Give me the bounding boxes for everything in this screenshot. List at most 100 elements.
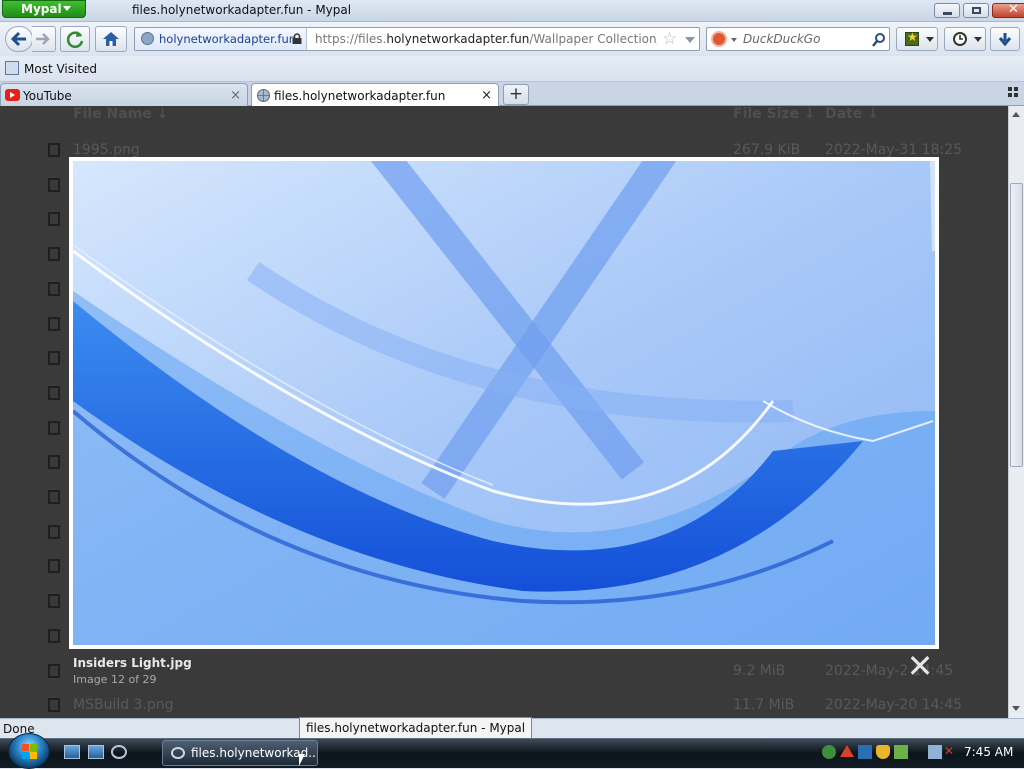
restore-icon — [972, 7, 981, 14]
site-identity-label: holynetworkadapter.fun — [159, 32, 297, 46]
app-menu-button[interactable]: Mypal — [2, 0, 86, 18]
file-image-icon — [48, 524, 60, 539]
display-icon[interactable] — [928, 745, 942, 759]
switch-windows-icon[interactable] — [88, 745, 104, 759]
tab-list-icon[interactable] — [1008, 87, 1018, 97]
close-window-button[interactable]: ✕ — [992, 2, 1024, 18]
star-icon[interactable]: ☆ — [662, 29, 677, 49]
most-visited-icon — [5, 61, 19, 75]
search-icon[interactable] — [871, 32, 887, 48]
chevron-down-icon — [63, 6, 71, 11]
close-tab-icon[interactable]: × — [230, 88, 241, 103]
tab-files[interactable]: files.holynetworkadapter.fun × — [251, 83, 499, 107]
back-button[interactable] — [5, 26, 33, 52]
reload-button[interactable] — [60, 26, 90, 52]
chevron-down-icon — [926, 37, 934, 42]
bookmarks-toolbar: Most Visited — [0, 56, 1024, 82]
window-title: files.holynetworkadapter.fun - Mypal — [132, 3, 352, 17]
vertical-scrollbar[interactable] — [1008, 106, 1024, 718]
history-icon — [953, 32, 967, 46]
lightbox-close-button[interactable]: ✕ — [906, 650, 934, 682]
table-row[interactable]: MSBuild 3.png 11.7 MiB 2022-May-20 14:45 — [0, 688, 1008, 718]
lightbox-counter: Image 12 of 29 — [73, 673, 157, 686]
close-tab-icon[interactable]: × — [481, 88, 492, 103]
dropdown-icon[interactable] — [685, 37, 695, 43]
forward-button[interactable] — [32, 26, 56, 52]
file-image-icon — [48, 385, 60, 400]
minimize-icon — [943, 12, 952, 15]
windows-start-icon[interactable] — [8, 733, 50, 769]
scroll-down-icon[interactable] — [1012, 706, 1020, 711]
shield-icon[interactable] — [876, 745, 890, 759]
file-image-icon — [48, 455, 60, 470]
close-icon: ✕ — [906, 647, 934, 685]
file-name-cell: 1995.png — [73, 142, 140, 158]
globe-icon — [141, 32, 154, 45]
file-name-cell: MSBuild 3.png — [73, 697, 174, 714]
column-header-date[interactable]: Date ↓ — [825, 106, 879, 122]
connection-icon[interactable] — [858, 745, 872, 759]
browser-icon — [171, 747, 185, 759]
mouse-cursor-icon — [299, 754, 305, 766]
file-image-icon — [48, 490, 60, 504]
url-prefix: https://files. — [315, 32, 387, 46]
tab-label: files.holynetworkadapter.fun — [274, 89, 446, 103]
taskbar-window-button[interactable]: files.holynetworkad... — [162, 740, 318, 766]
alert-icon[interactable] — [840, 745, 854, 757]
column-header-name[interactable]: File Name ↓ — [73, 106, 168, 122]
file-image-icon — [48, 212, 60, 227]
site-identity-button[interactable]: holynetworkadapter.fun — [135, 28, 307, 50]
file-image-icon — [48, 663, 60, 678]
home-button[interactable] — [95, 26, 127, 52]
file-image-icon — [48, 351, 60, 366]
close-icon: ✕ — [1008, 2, 1019, 17]
browser-quicklaunch-icon[interactable] — [111, 745, 127, 759]
home-icon — [103, 32, 119, 46]
scrollbar-thumb[interactable] — [1010, 183, 1023, 467]
search-bar[interactable]: DuckDuckGo — [706, 27, 890, 51]
minimize-button[interactable] — [934, 3, 960, 18]
new-tab-button[interactable]: + — [503, 84, 529, 105]
scroll-up-icon[interactable] — [1012, 112, 1020, 117]
wallpaper-image[interactable] — [73, 161, 935, 645]
system-clock[interactable]: 7:45 AM — [964, 745, 1013, 759]
file-image-icon — [48, 247, 60, 262]
plus-icon: + — [508, 84, 524, 104]
duckduckgo-icon — [711, 31, 727, 47]
file-image-icon — [48, 559, 60, 574]
most-visited-link[interactable]: Most Visited — [24, 62, 97, 76]
history-button[interactable] — [944, 27, 986, 51]
tab-bar: YouTube × files.holynetworkadapter.fun ×… — [0, 82, 1024, 107]
wallpaper-graphic — [73, 161, 935, 645]
app-menu-label: Mypal — [21, 2, 62, 16]
lightbox-image-name: Insiders Light.jpg — [73, 656, 192, 670]
network-icon[interactable] — [822, 745, 836, 759]
tooltip: files.holynetworkadapter.fun - Mypal — [299, 717, 533, 739]
file-image-icon — [48, 177, 60, 192]
search-input[interactable]: DuckDuckGo — [743, 32, 820, 46]
chevron-down-icon[interactable] — [731, 38, 737, 42]
bookmarks-button[interactable]: ★ — [896, 27, 938, 51]
file-image-icon — [48, 281, 60, 296]
restore-button[interactable] — [963, 3, 989, 18]
show-desktop-icon[interactable] — [64, 745, 80, 759]
url-text[interactable]: https://files.holynetworkadapter.fun/Wal… — [315, 32, 657, 46]
file-image-icon — [48, 628, 60, 643]
file-image-icon — [48, 594, 60, 609]
column-header-size[interactable]: File Size ↓ — [733, 106, 816, 122]
tab-label: YouTube — [23, 89, 72, 103]
tab-youtube[interactable]: YouTube × — [0, 83, 248, 106]
youtube-icon — [5, 89, 20, 101]
file-date-cell: 2022-May-31 18:25 — [825, 142, 963, 158]
address-bar[interactable]: holynetworkadapter.fun https://files.hol… — [134, 27, 700, 51]
volume-muted-icon[interactable]: ✕ — [944, 745, 958, 759]
update-icon[interactable] — [894, 745, 908, 759]
globe-icon — [257, 89, 270, 102]
download-icon — [998, 33, 1012, 47]
file-image-icon — [48, 698, 60, 713]
file-size-cell: 11.7 MiB — [733, 697, 795, 714]
downloads-button[interactable] — [990, 27, 1020, 51]
url-path: /Wallpaper Collection/Other — [529, 32, 657, 46]
file-image-icon — [48, 420, 60, 435]
chevron-down-icon — [974, 37, 982, 42]
